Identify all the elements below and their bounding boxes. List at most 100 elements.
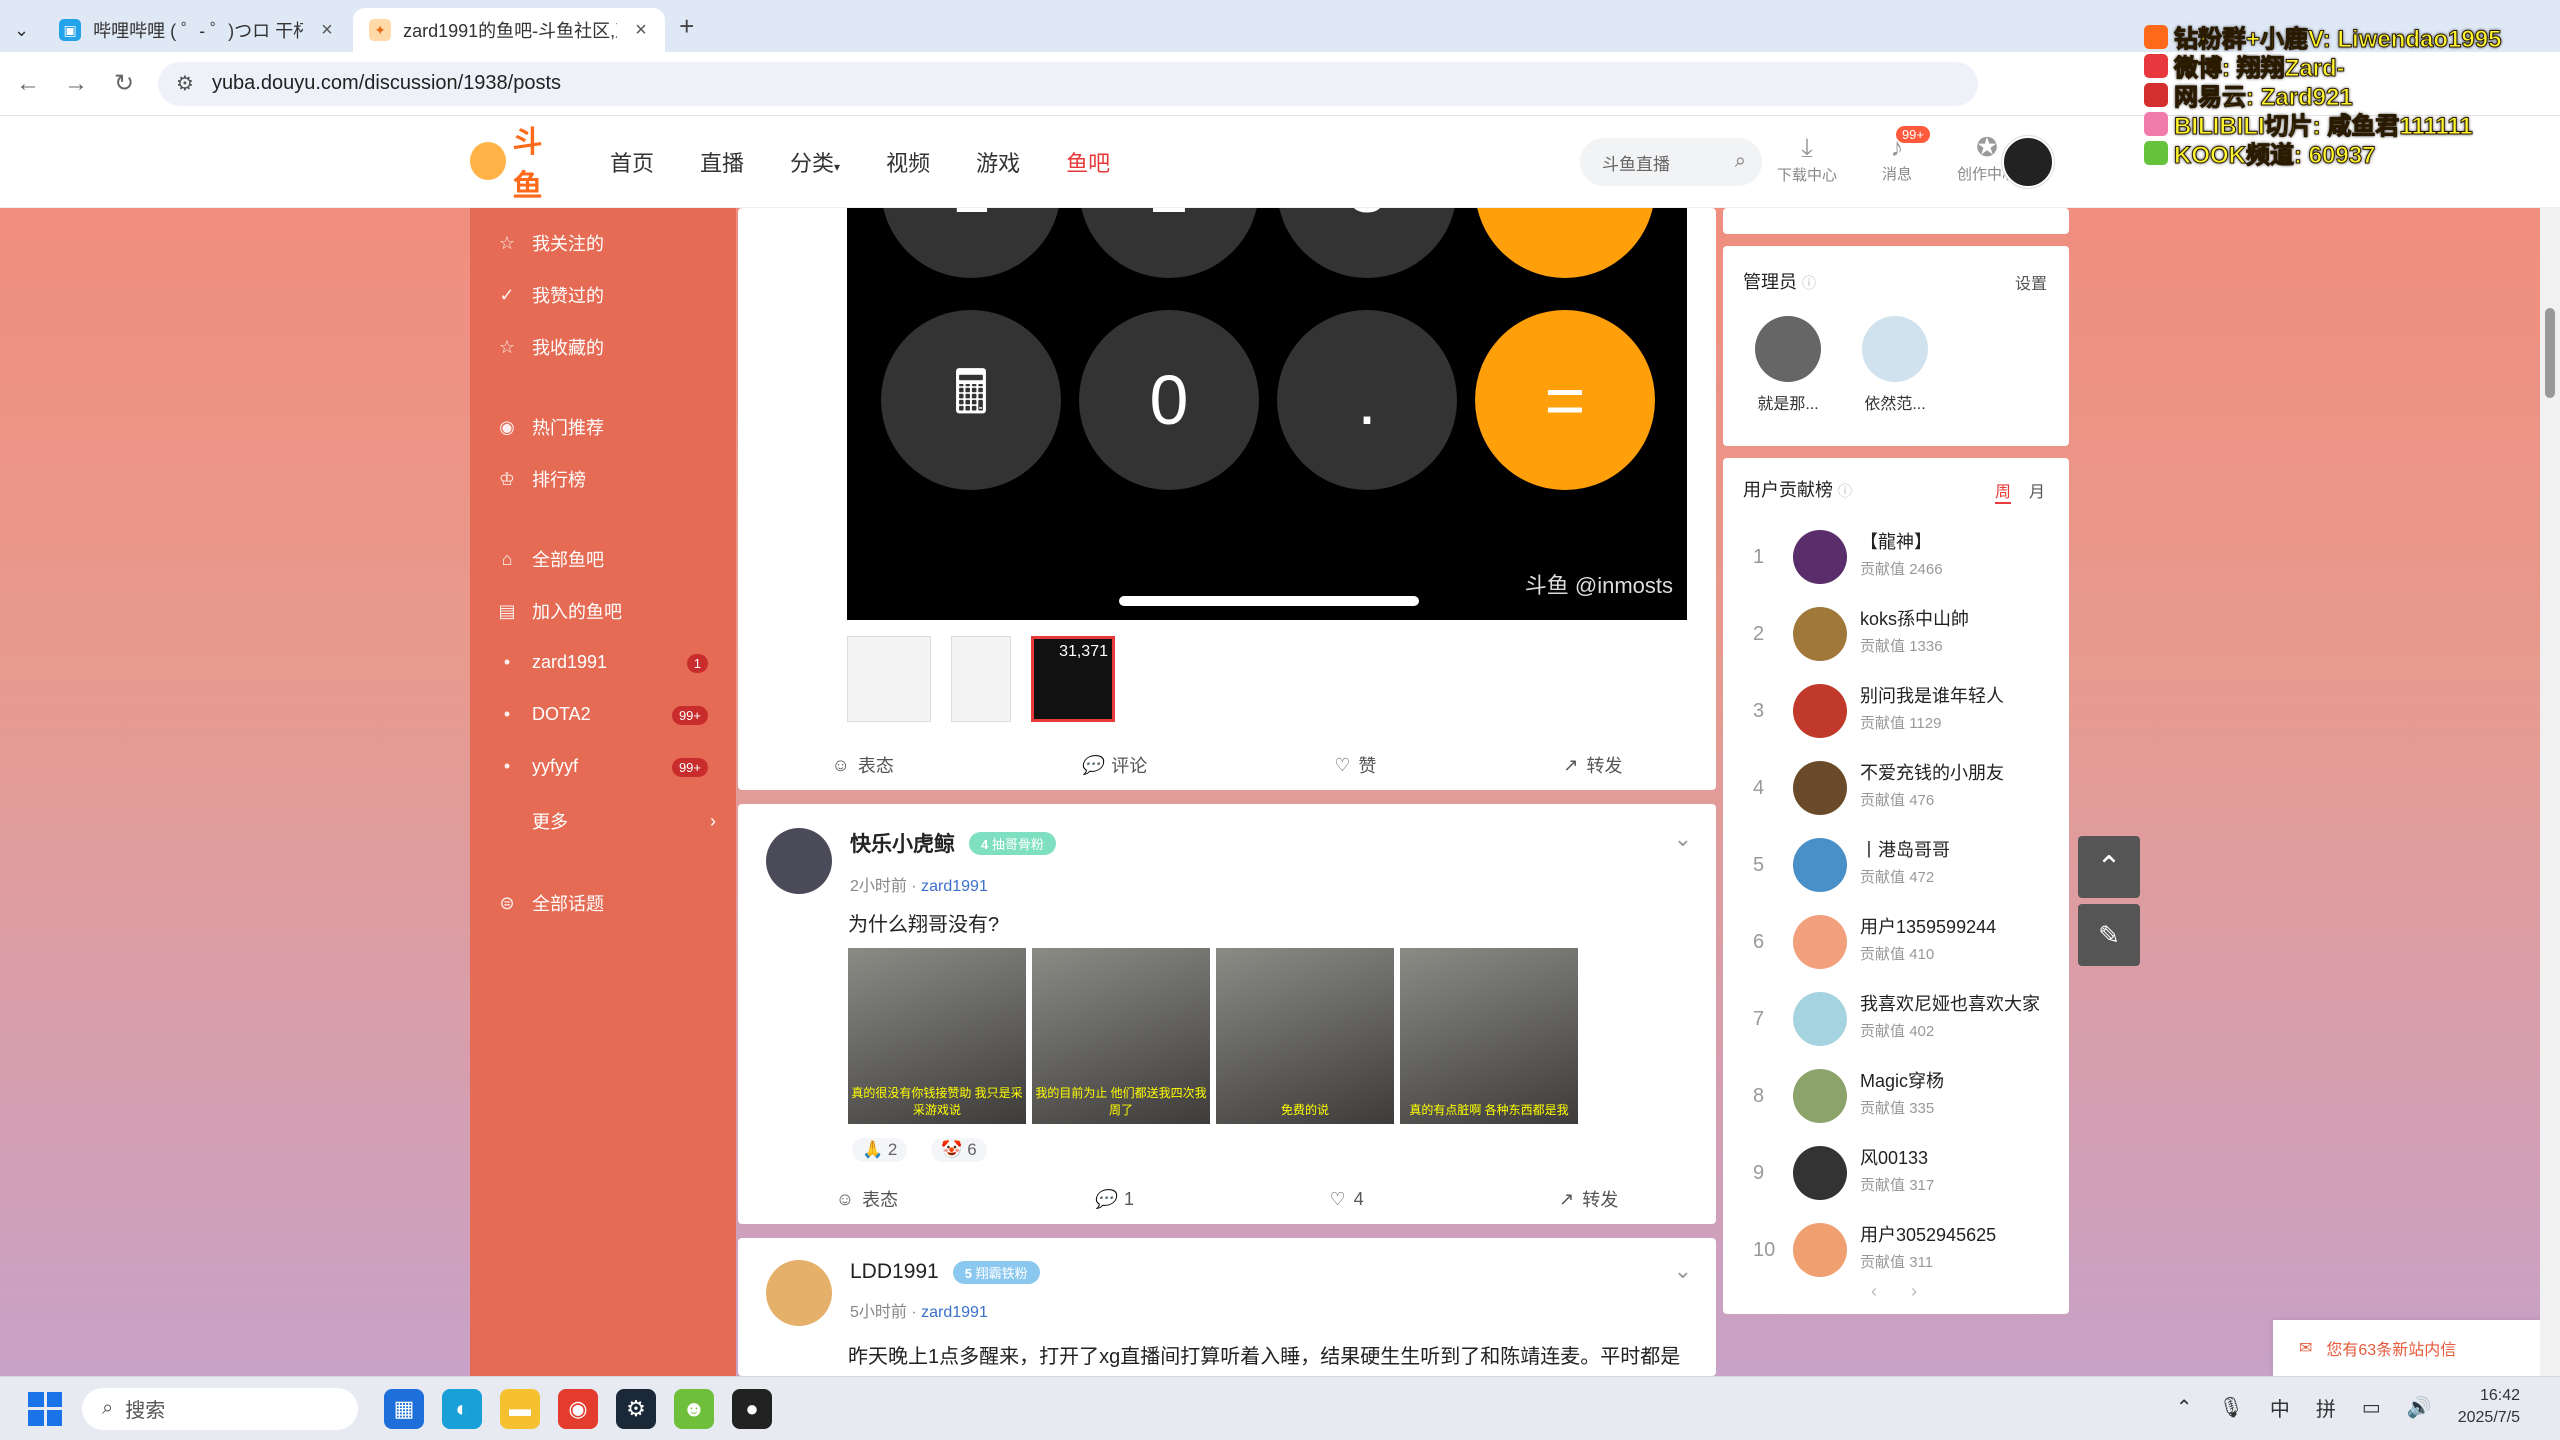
rank-avatar[interactable] (1793, 684, 1847, 738)
taskbar-search[interactable]: ⌕ 搜索 (82, 1387, 358, 1430)
rank-avatar[interactable] (1793, 915, 1847, 969)
store-icon[interactable]: ▦ (384, 1388, 424, 1429)
folder-icon[interactable]: ▬ (500, 1388, 540, 1429)
rank-name[interactable]: 用户3052945625 (1860, 1221, 1996, 1247)
messages-button[interactable]: ♪ 99+ 消息 (1866, 126, 1930, 185)
bar-link[interactable]: zard1991 (921, 1304, 988, 1321)
rank-name[interactable]: 我喜欢尼娅也喜欢大家 (1860, 990, 2040, 1016)
app-icon[interactable]: ● (732, 1388, 772, 1429)
sidebar-item-favorites[interactable]: ☆ 我收藏的 (496, 334, 604, 360)
rank-name[interactable]: 【龍神】 (1860, 528, 1932, 554)
author-name[interactable]: 快乐小虎鲸 (850, 828, 955, 858)
rank-name[interactable]: 丨港岛哥哥 (1860, 836, 1950, 862)
sidebar-item-hot[interactable]: ◉ 热门推荐 (496, 414, 604, 440)
thumbnail-selected[interactable]: 31,371 (1031, 636, 1115, 722)
rank-name[interactable]: 不爱充钱的小朋友 (1860, 759, 2004, 785)
forward-icon[interactable]: → (56, 70, 96, 98)
volume-icon[interactable]: 🔊 (2407, 1395, 2432, 1420)
network-icon[interactable]: ▭ (2362, 1395, 2381, 1420)
rank-avatar[interactable] (1793, 992, 1847, 1046)
rank-row[interactable]: 4 不爱充钱的小朋友 贡献值 476 (1723, 749, 2069, 826)
rank-name[interactable]: 用户1359599244 (1860, 913, 1996, 939)
rank-row[interactable]: 5 丨港岛哥哥 贡献值 472 (1723, 826, 2069, 903)
admin-item[interactable]: 就是那... (1753, 316, 1823, 414)
tab-week[interactable]: 周 (1994, 478, 2011, 504)
reaction-chip[interactable]: 🙏 2 (852, 1138, 908, 1162)
page-scrollbar[interactable] (2540, 208, 2560, 1376)
post-image[interactable]: 真的很没有你钱接赞助 我只是采采游戏说 (848, 948, 1026, 1124)
reaction-chip[interactable]: 🤡 6 (931, 1138, 987, 1162)
admin-item[interactable]: 依然范... (1855, 316, 1935, 414)
react-button[interactable]: ☺ 表态 (836, 1186, 898, 1212)
back-to-top-button[interactable]: ⌃ (2078, 836, 2140, 898)
back-icon[interactable]: ← (8, 70, 48, 98)
comment-button[interactable]: 💬 评论 (1081, 752, 1147, 778)
search-icon[interactable]: ⌕ (1735, 150, 1746, 173)
rank-name[interactable]: 风00133 (1860, 1144, 1928, 1170)
thumbnail[interactable] (847, 636, 931, 722)
compose-button[interactable]: ✎ (2078, 904, 2140, 966)
rank-row[interactable]: 3 别问我是谁年轻人 贡献值 1129 (1723, 672, 2069, 749)
chevron-down-icon[interactable]: ⌄ (1674, 826, 1692, 852)
steam-icon[interactable]: ⚙ (616, 1388, 656, 1429)
search-input[interactable]: 斗鱼直播 ⌕ (1580, 138, 1762, 186)
rank-name[interactable]: koks孫中山帥 (1860, 605, 1969, 631)
share-button[interactable]: ↗ 转发 (1563, 752, 1622, 778)
sidebar-item-ranking[interactable]: ♔ 排行榜 (496, 466, 586, 492)
nav-yuba[interactable]: 鱼吧 (1066, 146, 1110, 178)
douyu-logo[interactable]: 斗鱼 (470, 126, 570, 203)
site-info-icon[interactable]: ⚙ (176, 71, 194, 96)
like-button[interactable]: ♡ 赞 (1334, 752, 1376, 778)
rank-row[interactable]: 6 用户1359599244 贡献值 410 (1723, 903, 2069, 980)
like-button[interactable]: ♡ 4 (1330, 1189, 1364, 1210)
url-input[interactable]: ⚙ yuba.douyu.com/discussion/1938/posts (158, 61, 1978, 106)
post-image[interactable]: 我的目前为止 他们都送我四次我周了 (1032, 948, 1210, 1124)
sidebar-item-joined[interactable]: ▤ 加入的鱼吧 (496, 598, 622, 624)
prev-page-icon[interactable]: ‹ (1871, 1281, 1877, 1302)
thumbnail[interactable] (951, 636, 1011, 722)
share-button[interactable]: ↗ 转发 (1559, 1186, 1618, 1212)
rank-avatar[interactable] (1793, 1146, 1847, 1200)
react-button[interactable]: ☺ 表态 (831, 752, 893, 778)
browser-tab-douyu[interactable]: ✦ zard1991的鱼吧-斗鱼社区,直 × (353, 8, 666, 52)
nav-games[interactable]: 游戏 (976, 146, 1020, 178)
download-center-button[interactable]: ⤓ 下载中心 (1776, 132, 1838, 185)
rank-name[interactable]: 别问我是谁年轻人 (1860, 682, 2004, 708)
browser-tab-bilibili[interactable]: ▣ 哔哩哔哩 ( ゜- ゜)つロ 干杯~-b × (43, 8, 353, 52)
sidebar-item-topics[interactable]: ⊜ 全部话题 (496, 890, 604, 916)
rank-name[interactable]: Magic穿杨 (1860, 1067, 1944, 1093)
post-image-calculator[interactable]: 1 2 3 + 🖩 0 . = 斗鱼 @inmosts (847, 208, 1687, 620)
frog-app-icon[interactable]: ☻ (674, 1388, 714, 1429)
tab-month[interactable]: 月 (2029, 478, 2045, 502)
comment-button[interactable]: 💬 1 (1094, 1189, 1134, 1210)
new-tab-button[interactable]: + (679, 11, 694, 42)
rank-avatar[interactable] (1793, 838, 1847, 892)
rank-avatar[interactable] (1793, 1223, 1847, 1277)
rank-row[interactable]: 9 风00133 贡献值 317 (1723, 1134, 2069, 1211)
sidebar-bar-dota2[interactable]: • DOTA2 (496, 704, 591, 725)
rank-avatar[interactable] (1793, 1069, 1847, 1123)
sidebar-item-liked[interactable]: ✓ 我赞过的 (496, 282, 604, 308)
nav-video[interactable]: 视频 (886, 146, 930, 178)
nav-category[interactable]: 分类▾ (790, 146, 840, 178)
close-icon[interactable]: × (321, 19, 333, 42)
rank-row[interactable]: 10 用户3052945625 贡献值 311 (1723, 1211, 2069, 1288)
sidebar-item-all-bars[interactable]: ⌂ 全部鱼吧 (496, 546, 604, 572)
rank-row[interactable]: 8 Magic穿杨 贡献值 335 (1723, 1057, 2069, 1134)
post-image[interactable]: 真的有点脏啊 各种东西都是我 (1400, 948, 1578, 1124)
sidebar-item-following[interactable]: ☆ 我关注的 (496, 230, 604, 256)
edge-icon[interactable]: ◐ (442, 1388, 482, 1429)
rank-row[interactable]: 7 我喜欢尼娅也喜欢大家 贡献值 402 (1723, 980, 2069, 1057)
ime-language[interactable]: 中 (2270, 1393, 2290, 1422)
start-button[interactable] (28, 1391, 62, 1426)
close-icon[interactable]: × (635, 19, 647, 42)
chevron-down-icon[interactable]: ⌄ (1674, 1258, 1692, 1284)
rank-avatar[interactable] (1793, 607, 1847, 661)
rank-row[interactable]: 2 koks孫中山帥 贡献值 1336 (1723, 595, 2069, 672)
mic-icon[interactable]: 🎙 (2219, 1395, 2244, 1420)
nav-live[interactable]: 直播 (700, 146, 744, 178)
admins-settings-link[interactable]: 设置 (2015, 270, 2047, 294)
author-avatar[interactable] (766, 1260, 832, 1326)
sidebar-bar-yyfyyf[interactable]: • yyfyyf (496, 756, 578, 777)
nav-home[interactable]: 首页 (610, 146, 654, 178)
